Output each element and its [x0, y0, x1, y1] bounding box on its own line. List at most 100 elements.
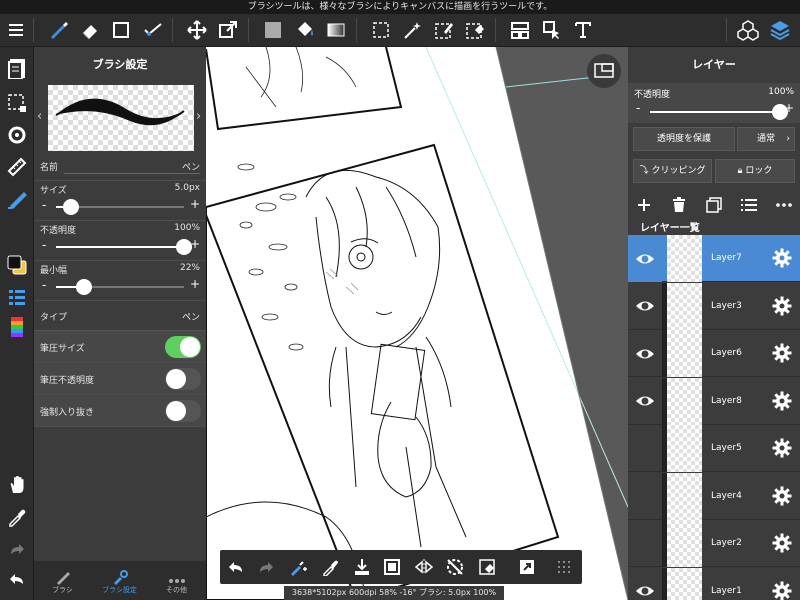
- eyedropper-bottom-icon[interactable]: [316, 553, 344, 581]
- layer-settings-gear-icon[interactable]: [772, 248, 792, 268]
- hand-icon[interactable]: [3, 471, 31, 499]
- next-brush-icon[interactable]: ›: [196, 109, 201, 124]
- layer-row[interactable]: Layer7: [628, 235, 800, 282]
- color-swatch-icon[interactable]: [3, 251, 31, 279]
- select-eraser-icon[interactable]: [461, 16, 489, 44]
- select-rect-dashed-icon[interactable]: [367, 16, 395, 44]
- layer-list-icon[interactable]: [737, 193, 761, 217]
- undo-icon[interactable]: [3, 565, 31, 593]
- layer-settings-gear-icon[interactable]: [772, 533, 792, 553]
- protect-alpha-button[interactable]: 透明度を保護: [633, 127, 735, 151]
- prev-brush-icon[interactable]: ‹: [37, 109, 42, 124]
- fill-frame-icon[interactable]: [378, 553, 406, 581]
- layer-opacity-slider[interactable]: [650, 104, 788, 120]
- layer-settings-gear-icon[interactable]: [772, 391, 792, 411]
- tab-brush-settings[interactable]: ブラシ設定: [91, 561, 148, 600]
- transform-tool-icon[interactable]: [214, 16, 242, 44]
- move-tool-icon[interactable]: [183, 16, 211, 44]
- lock-button[interactable]: 🔒︎ ロック: [715, 159, 795, 183]
- add-layer-icon[interactable]: [632, 193, 656, 217]
- visibility-eye-icon[interactable]: [628, 378, 662, 425]
- gradient-tool-icon[interactable]: [322, 16, 350, 44]
- clipping-button[interactable]: ⤵ クリッピング: [633, 159, 712, 183]
- fill-color-icon[interactable]: [259, 16, 287, 44]
- edit-tool-icon[interactable]: [139, 16, 167, 44]
- eraser-tool-icon[interactable]: [76, 16, 104, 44]
- select-pen-icon[interactable]: [430, 16, 458, 44]
- minwidth-decrease-button[interactable]: -: [42, 278, 46, 292]
- size-increase-button[interactable]: +: [190, 197, 200, 211]
- bucket-tool-icon[interactable]: [291, 16, 319, 44]
- visibility-eye-icon[interactable]: [628, 568, 662, 600]
- redo-bottom-icon[interactable]: [252, 553, 280, 581]
- visibility-eye-icon[interactable]: [628, 520, 662, 567]
- layer-opacity-decrease-button[interactable]: -: [636, 101, 640, 115]
- layer-opacity-increase-button[interactable]: +: [784, 101, 794, 115]
- layer-settings-gear-icon[interactable]: [772, 438, 792, 458]
- tab-brush[interactable]: ブラシ: [34, 561, 91, 600]
- brush-name-value[interactable]: ペン: [182, 160, 200, 173]
- undo-bottom-icon[interactable]: [222, 553, 250, 581]
- delete-layer-icon[interactable]: [667, 193, 691, 217]
- brush-name-row[interactable]: 名前 ペン: [34, 151, 206, 181]
- operation-tool-icon[interactable]: [538, 16, 566, 44]
- layer-settings-gear-icon[interactable]: [772, 343, 792, 363]
- flip-horizontal-icon[interactable]: [410, 553, 438, 581]
- type-value[interactable]: ペン: [182, 310, 200, 323]
- grid-more-icon[interactable]: [550, 553, 578, 581]
- eyedropper-icon[interactable]: [3, 503, 31, 531]
- minwidth-increase-button[interactable]: +: [190, 277, 200, 291]
- layer-row[interactable]: Layer5: [628, 425, 800, 472]
- layers-icon[interactable]: [766, 16, 794, 44]
- layer-settings-gear-icon[interactable]: [772, 581, 792, 600]
- brush-stabilizer-icon[interactable]: [284, 553, 312, 581]
- frame-divider-icon[interactable]: [506, 16, 534, 44]
- magic-wand-icon[interactable]: [398, 16, 426, 44]
- drawing-canvas[interactable]: [206, 47, 628, 600]
- layer-row[interactable]: Layer1: [628, 567, 800, 600]
- menu-icon[interactable]: [2, 16, 30, 44]
- material-icon[interactable]: [734, 16, 762, 44]
- visibility-eye-icon[interactable]: [628, 235, 662, 282]
- import-icon[interactable]: [348, 553, 376, 581]
- redo-icon[interactable]: [3, 535, 31, 563]
- opacity-slider[interactable]: [56, 239, 192, 255]
- pressure-opacity-toggle[interactable]: [165, 368, 201, 390]
- color-palette-icon[interactable]: [3, 313, 31, 341]
- layer-more-icon[interactable]: [772, 193, 796, 217]
- blend-mode-button[interactable]: 通常 ›: [737, 127, 795, 151]
- visibility-eye-icon[interactable]: [628, 473, 662, 520]
- brush-tool-icon[interactable]: [44, 16, 72, 44]
- layer-row[interactable]: Layer2: [628, 520, 800, 567]
- snap-off-icon[interactable]: [441, 553, 469, 581]
- text-tool-icon[interactable]: [569, 16, 597, 44]
- tab-other[interactable]: その他: [148, 561, 205, 600]
- layer-settings-gear-icon[interactable]: [772, 486, 792, 506]
- opacity-increase-button[interactable]: +: [190, 237, 200, 251]
- visibility-eye-icon[interactable]: [628, 283, 662, 330]
- ruler-icon[interactable]: [3, 153, 31, 181]
- selection-icon[interactable]: [3, 89, 31, 117]
- transform-bottom-icon[interactable]: [513, 553, 541, 581]
- select-rect-tool-icon[interactable]: [107, 16, 135, 44]
- pressure-size-toggle[interactable]: [165, 336, 201, 358]
- layer-row[interactable]: Layer3: [628, 282, 800, 330]
- color-list-icon[interactable]: [3, 283, 31, 311]
- brush-type-row[interactable]: タイプ ペン: [34, 301, 206, 331]
- minwidth-slider[interactable]: [56, 279, 184, 295]
- size-slider[interactable]: [56, 199, 184, 215]
- snap-icon[interactable]: [3, 121, 31, 149]
- layer-row[interactable]: Layer4: [628, 472, 800, 520]
- opacity-decrease-button[interactable]: -: [42, 238, 46, 252]
- layer-settings-gear-icon[interactable]: [772, 296, 792, 316]
- clear-layer-icon[interactable]: [473, 553, 501, 581]
- layer-row[interactable]: Layer6: [628, 330, 800, 377]
- layer-row[interactable]: Layer8: [628, 377, 800, 425]
- size-decrease-button[interactable]: -: [42, 198, 46, 212]
- page-manager-icon[interactable]: [3, 55, 31, 83]
- brush-panel-icon[interactable]: [3, 185, 31, 213]
- duplicate-layer-icon[interactable]: [702, 193, 726, 217]
- visibility-eye-icon[interactable]: [628, 330, 662, 377]
- visibility-eye-icon[interactable]: [628, 425, 662, 472]
- taper-toggle[interactable]: [165, 400, 201, 422]
